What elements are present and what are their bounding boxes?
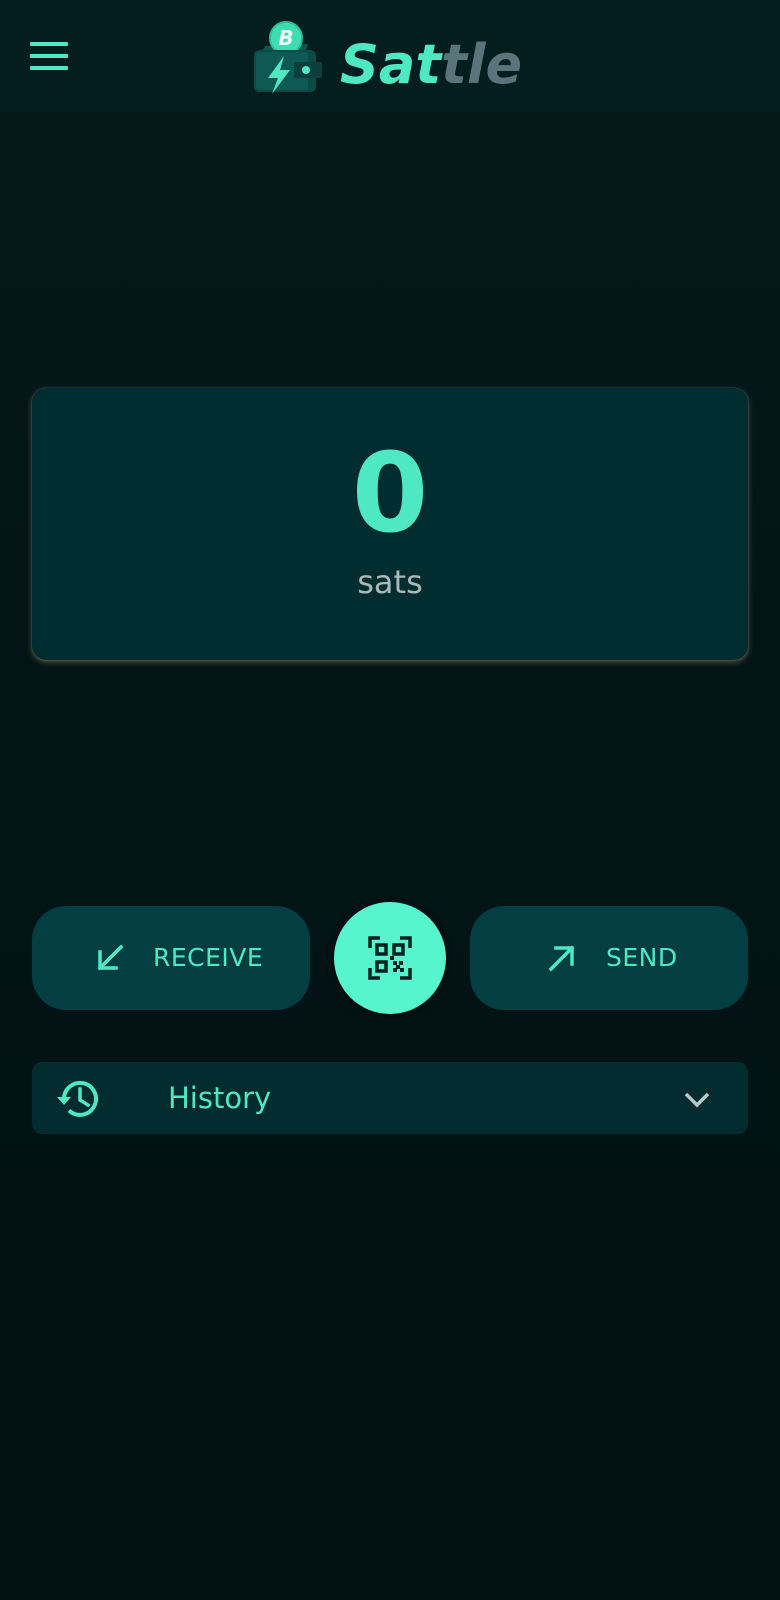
- arrow-down-left-icon: [97, 944, 124, 971]
- app-header: B Sattle: [0, 0, 780, 112]
- balance-unit: sats: [357, 563, 423, 601]
- arrow-up-right-icon: [548, 945, 575, 972]
- send-button-label: SEND: [606, 943, 678, 972]
- logo-text-part-1: Sat: [340, 33, 442, 96]
- app-logo: B Sattle: [252, 20, 532, 96]
- chevron-down-icon[interactable]: [682, 1084, 712, 1114]
- bitcoin-wallet-lightning-icon: B: [254, 21, 322, 94]
- app-logo-text: Sattle: [340, 36, 522, 94]
- balance-amount: 0: [351, 429, 429, 557]
- receive-button[interactable]: RECEIVE: [32, 906, 310, 1010]
- svg-text:B: B: [278, 26, 293, 50]
- hamburger-menu-icon[interactable]: [30, 40, 70, 72]
- history-label: History: [168, 1081, 272, 1115]
- receive-button-label: RECEIVE: [153, 943, 264, 972]
- history-clock-icon: [57, 1080, 98, 1117]
- history-expander[interactable]: History: [32, 1062, 748, 1134]
- logo-text-part-2: tle: [441, 33, 523, 96]
- qr-scan-icon: [368, 936, 412, 980]
- qr-scan-button[interactable]: [334, 902, 446, 1014]
- send-button[interactable]: SEND: [470, 906, 748, 1010]
- balance-card: 0 sats: [32, 388, 748, 660]
